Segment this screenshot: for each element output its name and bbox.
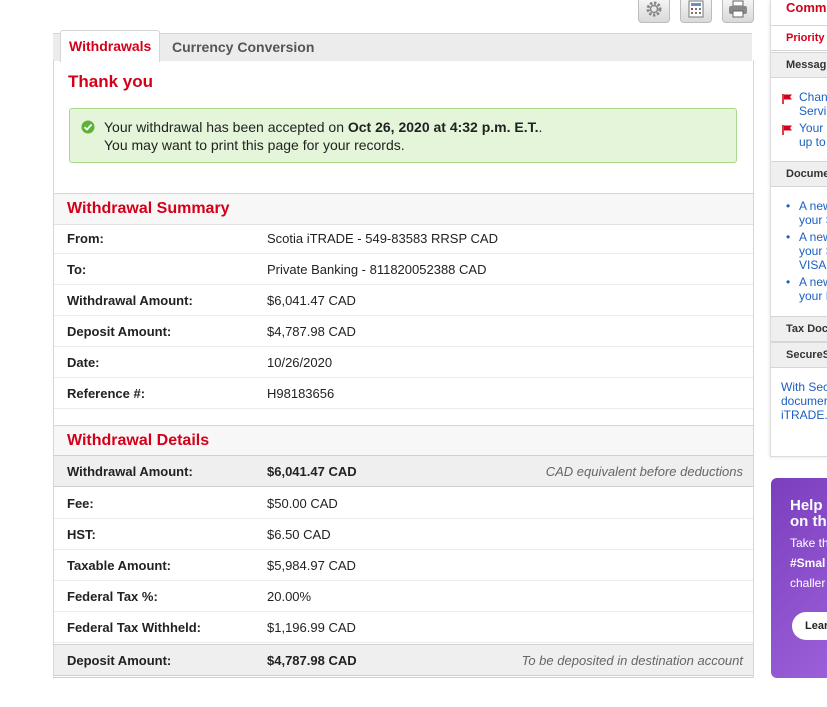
bullet-icon: • bbox=[786, 199, 791, 213]
success-message: Your withdrawal has been accepted on Oct… bbox=[69, 108, 737, 163]
section-title: Withdrawal Details bbox=[67, 432, 210, 449]
table-row: Federal Tax %: 20.00% bbox=[54, 581, 753, 612]
withdrawal-details-header: Withdrawal Details bbox=[54, 425, 753, 457]
promo-text: challer bbox=[790, 576, 826, 590]
table-row: Date: 10/26/2020 bbox=[54, 347, 753, 378]
promo-text: Take th bbox=[790, 536, 827, 550]
promo-heading: Help on th bbox=[790, 497, 827, 530]
calculator-icon bbox=[687, 0, 705, 23]
secure-text: With Sec documer iTRADE. bbox=[781, 380, 827, 422]
document-link[interactable]: A newyour S bbox=[799, 199, 827, 227]
table-row: To: Private Banking - 811820052388 CAD bbox=[54, 254, 753, 285]
table-row: Withdrawal Amount: $6,041.47 CAD bbox=[54, 285, 753, 316]
success-line-1: Your withdrawal has been accepted on Oct… bbox=[104, 119, 543, 135]
table-row-highlight: Deposit Amount: $4,787.98 CAD To be deposi… bbox=[54, 644, 753, 676]
table-row: Fee: $50.00 CAD bbox=[54, 488, 753, 519]
withdrawal-confirmation-panel: Thank you Your withdrawal has been accep… bbox=[53, 60, 754, 678]
learn-more-button[interactable]: Lear bbox=[792, 612, 827, 640]
accepted-date: Oct 26, 2020 at 4:32 p.m. E.T. bbox=[347, 119, 539, 135]
message-link[interactable]: Chan Servi bbox=[799, 90, 827, 118]
success-line-2: You may want to print this page for your… bbox=[104, 137, 405, 153]
document-link[interactable]: A newyour I bbox=[799, 275, 827, 303]
table-row: Reference #: H98183656 bbox=[54, 378, 753, 409]
flag-icon bbox=[782, 92, 794, 110]
section-title: Withdrawal Summary bbox=[67, 200, 230, 217]
table-row: Federal Tax Withheld: $1,196.99 CAD bbox=[54, 612, 753, 643]
flag-icon bbox=[782, 123, 794, 141]
gear-icon bbox=[644, 0, 664, 23]
calculator-button[interactable] bbox=[680, 0, 712, 23]
sidebar-title: Commu bbox=[786, 0, 827, 15]
message-link[interactable]: Your up to bbox=[799, 121, 826, 149]
sidebar-priority[interactable]: Priority bbox=[771, 25, 827, 51]
promo-hashtag: #Smal bbox=[790, 556, 826, 570]
communications-sidebar: Commu Priority Messag ChanServi Yourup t… bbox=[770, 0, 827, 457]
row-note: To be deposited in destination account bbox=[521, 653, 743, 668]
tab-currency-conversion[interactable]: Currency Conversion bbox=[172, 34, 314, 61]
checkmark-icon bbox=[81, 120, 95, 137]
table-row-highlight: Withdrawal Amount: $6,041.47 CAD CAD equiv… bbox=[54, 455, 753, 487]
printer-icon bbox=[727, 0, 749, 23]
table-row: From: Scotia iTRADE - 549-83583 RRSP CAD bbox=[54, 223, 753, 254]
bullet-icon: • bbox=[786, 275, 791, 289]
settings-button[interactable] bbox=[638, 0, 670, 23]
sidebar-tax-documents-header[interactable]: Tax Doc bbox=[771, 316, 827, 342]
tab-bar: Withdrawals Currency Conversion bbox=[53, 30, 752, 62]
page-title: Thank you bbox=[68, 72, 154, 91]
sidebar-messages-header[interactable]: Messag bbox=[771, 52, 827, 78]
sidebar-secure-header[interactable]: SecureS bbox=[771, 342, 827, 368]
table-row: Taxable Amount: $5,984.97 CAD bbox=[54, 550, 753, 581]
table-row: Deposit Amount: $4,787.98 CAD bbox=[54, 316, 753, 347]
promo-card: Help on th Take th #Smal challer Lear bbox=[771, 478, 827, 678]
tab-withdrawals[interactable]: Withdrawals bbox=[60, 30, 161, 62]
print-button[interactable] bbox=[722, 0, 754, 23]
document-link[interactable]: A newyour SVISA bbox=[799, 230, 827, 272]
sidebar-documents-header[interactable]: Docume bbox=[771, 161, 827, 187]
bullet-icon: • bbox=[786, 230, 791, 244]
row-note: CAD equivalent before deductions bbox=[545, 464, 743, 479]
table-row: HST: $6.50 CAD bbox=[54, 519, 753, 550]
withdrawal-summary-header: Withdrawal Summary bbox=[54, 193, 753, 225]
